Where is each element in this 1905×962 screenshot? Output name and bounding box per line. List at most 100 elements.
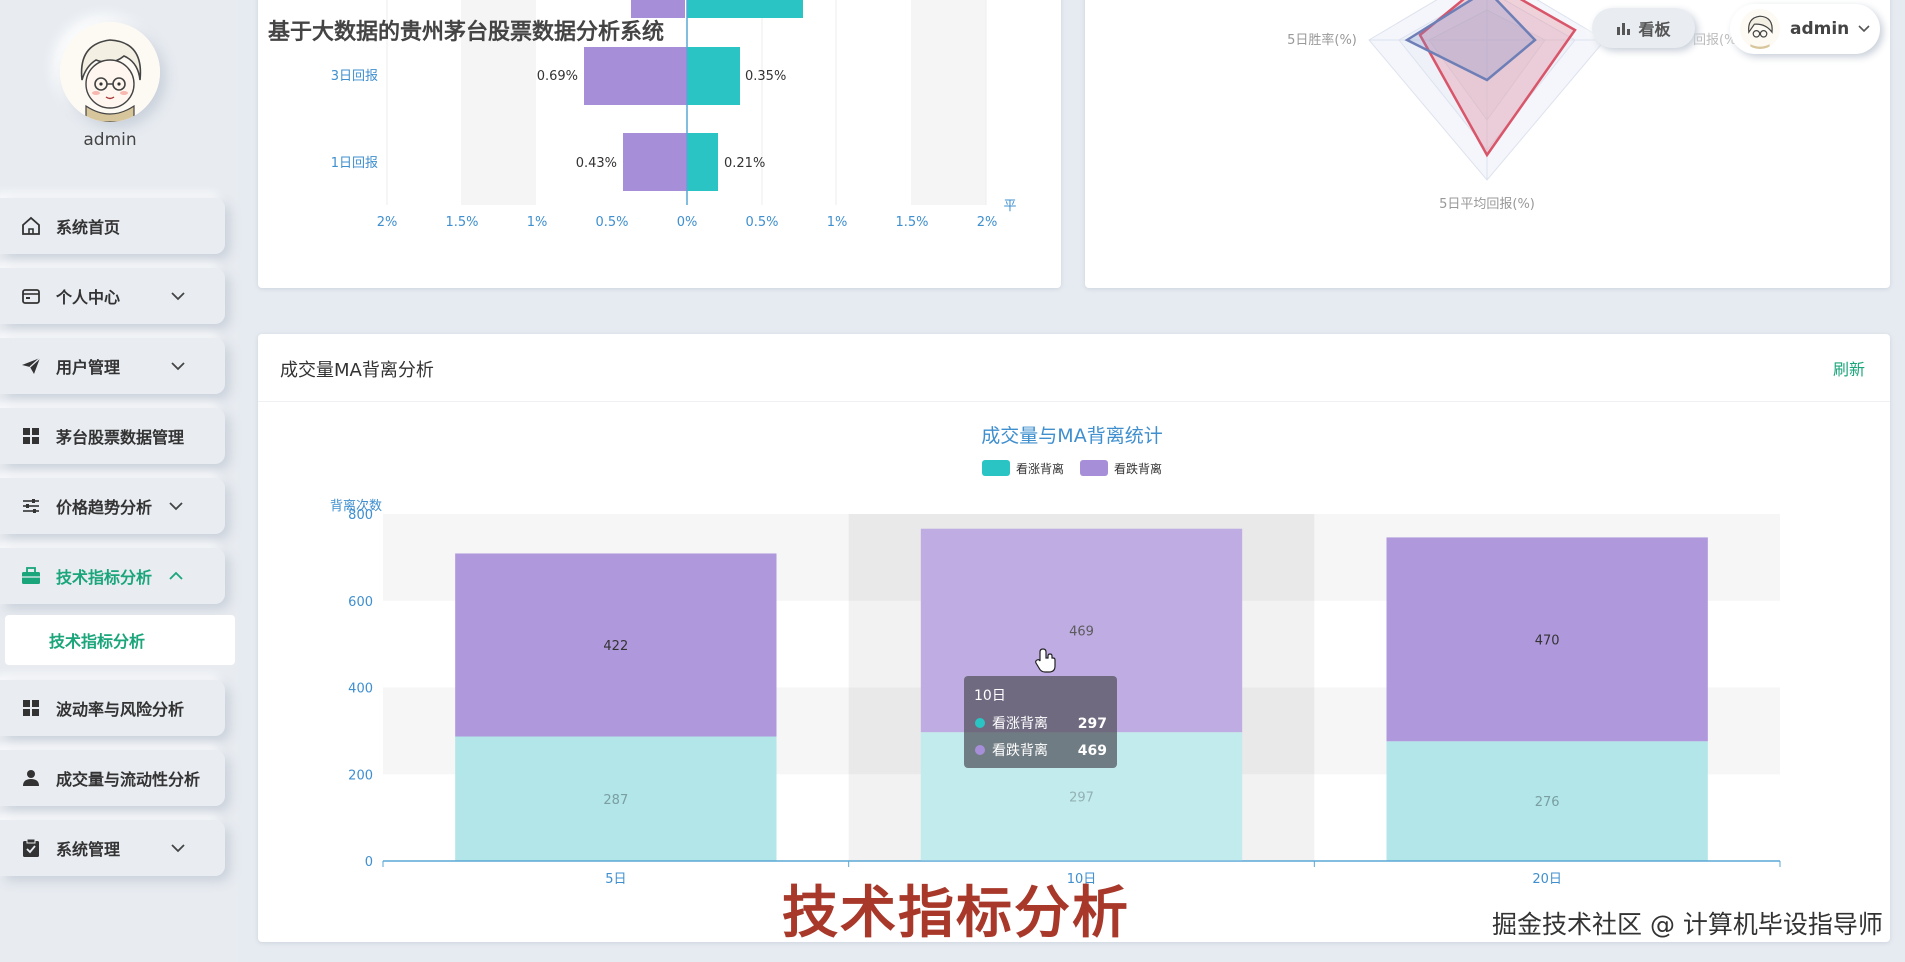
x-tick-label: 5日 — [605, 872, 626, 887]
tooltip-marker — [975, 745, 985, 755]
card-header: 成交量MA背离分析 刷新 — [258, 334, 1890, 402]
sidebar-item-system[interactable]: 系统管理 — [0, 820, 225, 876]
clipboard-icon — [20, 837, 42, 859]
legend-label: 看跌背离 — [1114, 461, 1162, 476]
bar-1day-right — [687, 133, 718, 191]
chevron-down-icon — [171, 362, 185, 371]
sidebar-avatar[interactable] — [60, 22, 160, 122]
tooltip-value: 469 — [1078, 743, 1107, 759]
tooltip-marker — [975, 718, 985, 728]
bar-3day-right — [687, 47, 740, 105]
tooltip-title: 10日 — [974, 688, 1006, 704]
app-title: 基于大数据的贵州茅台股票数据分析系统 — [268, 20, 665, 45]
value-label: 0.21% — [724, 156, 765, 171]
y-tick-label: 200 — [348, 768, 373, 783]
sidebar-item-volume[interactable]: 成交量与流动性分析 — [0, 750, 225, 806]
chevron-up-icon — [169, 571, 183, 580]
sidebar-item-personal[interactable]: 个人中心 — [0, 268, 225, 324]
sidebar-item-label: 系统管理 — [56, 840, 121, 859]
sidebar-item-volatility[interactable]: 波动率与风险分析 — [0, 680, 225, 736]
tick-label: 1.5% — [895, 215, 928, 230]
radar-label: 5日平均回报(%) — [1439, 197, 1535, 212]
tick-label: 2% — [377, 215, 398, 230]
bar-3day-left — [584, 47, 687, 105]
tick-label: 0.5% — [745, 215, 778, 230]
value-label: 0.69% — [537, 69, 578, 84]
dashboard-label: 看板 — [1638, 20, 1671, 39]
tick-label: 0.5% — [595, 215, 628, 230]
avatar-illustration — [60, 22, 160, 122]
home-icon — [20, 215, 42, 237]
bar-chart-icon — [1617, 23, 1631, 35]
bar-right-partial — [687, 0, 803, 18]
sidebar-username: admin — [83, 130, 137, 150]
sidebar-item-label: 个人中心 — [56, 288, 121, 307]
chevron-down-icon — [1858, 25, 1870, 33]
row-label: 1日回报 — [331, 156, 378, 171]
refresh-button[interactable]: 刷新 — [1833, 356, 1865, 380]
dashboard-button[interactable]: 看板 — [1592, 8, 1695, 48]
user-icon — [20, 767, 42, 789]
y-tick-label: 800 — [348, 508, 373, 523]
card-title: 成交量MA背离分析 — [280, 360, 434, 381]
sliders-icon — [20, 495, 42, 517]
video-caption: 技术指标分析 — [782, 881, 1130, 946]
sidebar-item-price-trend[interactable]: 价格趋势分析 — [0, 478, 225, 534]
chart-title: 成交量与MA背离统计 — [981, 425, 1162, 447]
tick-label: 1.5% — [445, 215, 478, 230]
sidebar-item-label: 成交量与流动性分析 — [56, 770, 201, 789]
tick-label: 0% — [677, 215, 698, 230]
sidebar-item-label: 技术指标分析 — [56, 568, 153, 587]
legend-swatch — [982, 460, 1010, 476]
sidebar-item-label: 价格趋势分析 — [56, 498, 153, 517]
divergence-stacked-bar-chart[interactable]: 成交量与MA背离统计看涨背离 看跌背离背离次数020040060080028742… — [258, 402, 1890, 942]
tooltip-series-name: 看跌背离 — [992, 742, 1048, 759]
axis-end-label: 平 — [1003, 199, 1016, 214]
y-tick-label: 400 — [348, 682, 373, 697]
credit-watermark: 掘金技术社区 @ 计算机毕设指导师 — [1492, 910, 1883, 939]
user-menu-label: admin — [1790, 19, 1850, 39]
x-tick-label: 20日 — [1532, 872, 1562, 887]
data-label: 422 — [603, 639, 628, 654]
legend-label: 看涨背离 — [1016, 461, 1064, 476]
user-menu[interactable]: admin — [1730, 4, 1880, 54]
volume-ma-card: 成交量MA背离分析 刷新 成交量与MA背离统计 看涨背离 看跌背离 背离次数 0 200 4… — [258, 334, 1890, 942]
data-label: 276 — [1535, 795, 1560, 810]
sidebar-item-users[interactable]: 用户管理 — [0, 338, 225, 394]
row-label: 3日回报 — [331, 69, 378, 84]
radar-label: 5日胜率(%) — [1287, 32, 1357, 48]
sidebar-item-stock-data[interactable]: 茅台股票数据管理 — [0, 408, 225, 464]
sidebar-item-technical[interactable]: 技术指标分析 — [0, 548, 225, 604]
tick-label: 2% — [977, 215, 998, 230]
data-label: 470 — [1535, 633, 1560, 648]
avatar — [1740, 9, 1780, 49]
wallet-icon — [20, 285, 42, 307]
briefcase-icon — [20, 565, 42, 587]
submenu-item-label: 技术指标分析 — [49, 632, 146, 651]
sidebar-item-label: 波动率与风险分析 — [56, 700, 185, 719]
tooltip-series-name: 看涨背离 — [992, 715, 1048, 732]
y-tick-label: 600 — [348, 595, 373, 610]
sidebar-item-home[interactable]: 系统首页 — [0, 198, 225, 254]
tooltip-value: 297 — [1078, 716, 1107, 732]
sidebar: admin 系统首页 个人中心 用户管理 茅台股票数据管理 价格趋势分析 技术指… — [0, 0, 238, 962]
value-label: 0.35% — [745, 69, 786, 84]
submenu-item-technical-analysis[interactable]: 技术指标分析 — [5, 615, 235, 665]
sidebar-item-label: 系统首页 — [56, 218, 121, 237]
chevron-down-icon — [171, 844, 185, 853]
grid-icon — [20, 425, 42, 447]
sidebar-item-label: 用户管理 — [56, 358, 121, 377]
legend-swatch — [1080, 460, 1108, 476]
data-label: 287 — [603, 793, 628, 808]
send-icon — [20, 355, 42, 377]
sidebar-item-label: 茅台股票数据管理 — [56, 428, 185, 447]
tick-label: 1% — [527, 215, 548, 230]
chevron-down-icon — [171, 292, 185, 301]
chevron-down-icon — [169, 502, 183, 511]
grid-icon — [20, 697, 42, 719]
y-tick-label: 0 — [365, 855, 373, 870]
grid-band — [911, 0, 986, 205]
value-label: 0.43% — [576, 156, 617, 171]
tick-label: 1% — [827, 215, 848, 230]
bar-1day-left — [623, 133, 687, 191]
